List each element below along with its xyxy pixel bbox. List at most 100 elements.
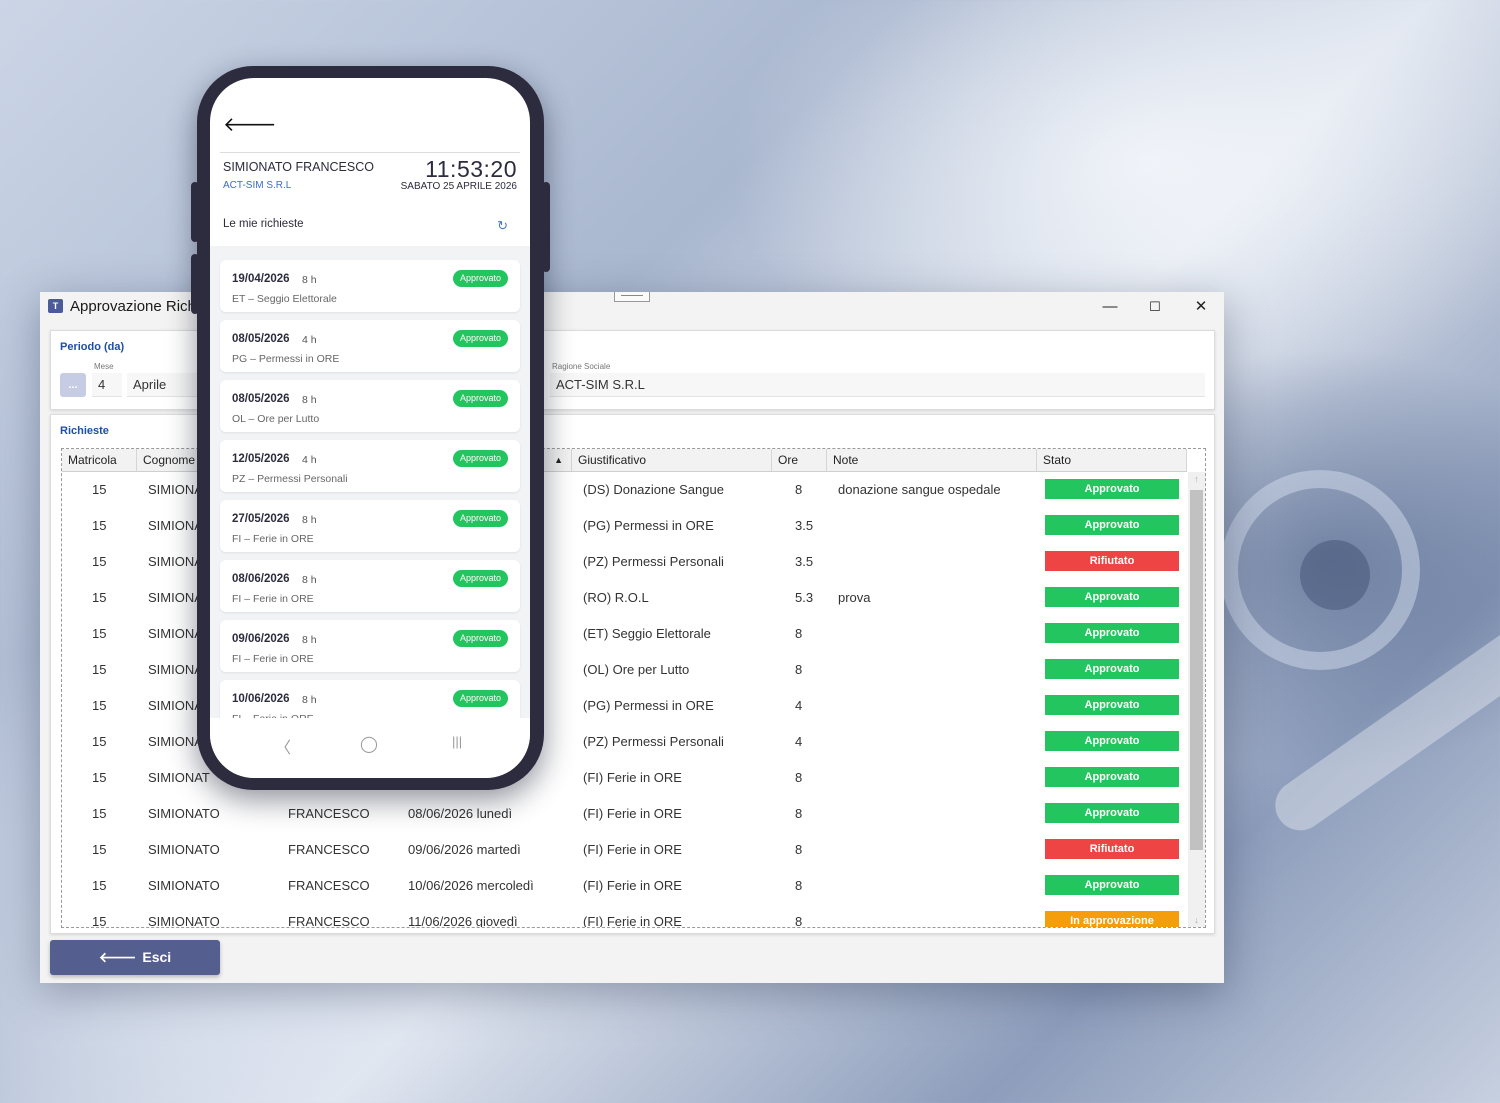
cell-matricola: 15 bbox=[92, 518, 107, 533]
cell-giustificativo: (OL) Ore per Lutto bbox=[583, 662, 690, 677]
card-date: 08/06/2026 bbox=[232, 573, 290, 585]
cell-matricola: 15 bbox=[92, 842, 107, 857]
status-badge: Approvato bbox=[1045, 731, 1179, 751]
cell-cognome: SIMIONA bbox=[148, 590, 203, 605]
scroll-down-icon[interactable]: ↓ bbox=[1188, 915, 1205, 925]
scroll-up-icon[interactable]: ↑ bbox=[1188, 474, 1205, 484]
cell-ore: 3.5 bbox=[795, 554, 814, 569]
status-badge: Approvato bbox=[1045, 659, 1179, 679]
sort-asc-icon: ▲ bbox=[554, 455, 563, 465]
exit-button[interactable]: 🡐 Esci bbox=[50, 940, 220, 975]
minimize-button[interactable]: — bbox=[1090, 296, 1130, 318]
cell-matricola: 15 bbox=[92, 734, 107, 749]
cell-giustificativo: (FI) Ferie in ORE bbox=[583, 770, 682, 785]
status-badge: Rifiutato bbox=[1045, 839, 1179, 859]
my-requests-title: Le mie richieste bbox=[223, 218, 304, 230]
col-giustificativo[interactable]: Giustificativo bbox=[572, 449, 772, 471]
cell-cognome: SIMIONAT bbox=[148, 770, 210, 785]
divider bbox=[220, 152, 520, 153]
card-hours: 8 h bbox=[302, 274, 317, 286]
teams-app-icon: T bbox=[48, 299, 63, 313]
col-note[interactable]: Note bbox=[827, 449, 1037, 471]
card-date: 09/06/2026 bbox=[232, 633, 290, 645]
status-badge: Approvato bbox=[452, 510, 508, 527]
status-badge: Approvato bbox=[452, 570, 508, 587]
cell-ore: 5.3 bbox=[795, 590, 814, 605]
back-arrow-icon[interactable]: 🡐 bbox=[223, 112, 277, 137]
cell-cognome: SIMIONATO bbox=[148, 806, 220, 821]
col-stato[interactable]: Stato bbox=[1037, 449, 1187, 471]
request-card[interactable]: 09/06/2026 8 h FI – Ferie in ORE Approvato bbox=[220, 620, 520, 672]
cell-nome: FRANCESCO bbox=[288, 914, 370, 928]
cell-nome: FRANCESCO bbox=[288, 806, 370, 821]
cell-ore: 8 bbox=[795, 482, 803, 497]
status-badge: Approvato bbox=[1045, 515, 1179, 535]
cell-data: 09/06/2026 martedì bbox=[408, 842, 521, 857]
cell-ore: 8 bbox=[795, 914, 803, 928]
cell-giustificativo: (ET) Seggio Elettorale bbox=[583, 626, 711, 641]
cell-giustificativo: (RO) R.O.L bbox=[583, 590, 649, 605]
month-label: Mese bbox=[94, 362, 114, 371]
cell-nome: FRANCESCO bbox=[288, 878, 370, 893]
card-hours: 4 h bbox=[302, 454, 317, 466]
cell-data: 10/06/2026 mercoledì bbox=[408, 878, 534, 893]
card-date: 19/04/2026 bbox=[232, 273, 290, 285]
cell-ore: 8 bbox=[795, 662, 803, 677]
request-card[interactable]: 19/04/2026 8 h ET – Seggio Elettorale Appro… bbox=[220, 260, 520, 312]
request-card[interactable]: 08/05/2026 8 h OL – Ore per Lutto Approvato bbox=[220, 380, 520, 432]
nav-home-icon[interactable]: ◯ bbox=[360, 734, 378, 754]
browse-button[interactable]: ... bbox=[60, 373, 86, 397]
cell-matricola: 15 bbox=[92, 662, 107, 677]
cell-ore: 8 bbox=[795, 806, 803, 821]
cell-cognome: SIMIONA bbox=[148, 626, 203, 641]
request-card[interactable]: 08/05/2026 4 h PG – Permessi in ORE Approva… bbox=[220, 320, 520, 372]
request-card[interactable]: 27/05/2026 8 h FI – Ferie in ORE Approvato bbox=[220, 500, 520, 552]
close-button[interactable]: ✕ bbox=[1181, 296, 1221, 318]
status-badge: Approvato bbox=[452, 330, 508, 347]
card-hours: 8 h bbox=[302, 694, 317, 706]
cell-cognome: SIMIONATO bbox=[148, 878, 220, 893]
employee-name: SIMIONATO FRANCESCO bbox=[223, 160, 374, 174]
table-row[interactable]: 15 SIMIONATO FRANCESCO 10/06/2026 mercoledì… bbox=[62, 868, 1187, 905]
cell-matricola: 15 bbox=[92, 914, 107, 928]
cell-giustificativo: (FI) Ferie in ORE bbox=[583, 806, 682, 821]
nav-recents-icon[interactable]: ||| bbox=[452, 734, 462, 749]
col-matricola[interactable]: Matricola bbox=[62, 449, 137, 471]
grid-scrollbar[interactable]: ↑ ↓ bbox=[1188, 472, 1205, 927]
cell-matricola: 15 bbox=[92, 698, 107, 713]
table-row[interactable]: 15 SIMIONATO FRANCESCO 09/06/2026 martedì (F… bbox=[62, 832, 1187, 869]
nav-back-icon[interactable]: 〈 bbox=[275, 734, 291, 758]
request-list[interactable]: 19/04/2026 8 h ET – Seggio Elettorale Appro… bbox=[210, 246, 530, 718]
request-card[interactable]: 12/05/2026 4 h PZ – Permessi Personali Appr… bbox=[220, 440, 520, 492]
month-number-field[interactable]: 4 bbox=[92, 373, 122, 397]
cell-data: 08/06/2026 lunedì bbox=[408, 806, 513, 821]
drag-handle[interactable] bbox=[614, 292, 650, 302]
request-card[interactable]: 08/06/2026 8 h FI – Ferie in ORE Approvato bbox=[220, 560, 520, 612]
card-date: 27/05/2026 bbox=[232, 513, 290, 525]
cell-matricola: 15 bbox=[92, 878, 107, 893]
card-hours: 8 h bbox=[302, 514, 317, 526]
company-field[interactable]: ACT-SIM S.R.L bbox=[550, 373, 1205, 397]
status-badge: Approvato bbox=[1045, 587, 1179, 607]
phone-power-button bbox=[542, 182, 550, 272]
cell-ore: 8 bbox=[795, 878, 803, 893]
card-description: FI – Ferie in ORE bbox=[232, 713, 314, 718]
card-description: ET – Seggio Elettorale bbox=[232, 293, 337, 305]
cell-matricola: 15 bbox=[92, 626, 107, 641]
cell-cognome: SIMIONA bbox=[148, 734, 203, 749]
scroll-thumb[interactable] bbox=[1190, 490, 1203, 850]
table-row[interactable]: 15 SIMIONATO FRANCESCO 11/06/2026 giovedì (F… bbox=[62, 904, 1187, 928]
refresh-icon[interactable]: ↻ bbox=[497, 218, 508, 234]
cell-cognome: SIMIONA bbox=[148, 482, 203, 497]
card-description: FI – Ferie in ORE bbox=[232, 653, 314, 665]
status-badge: Approvato bbox=[1045, 695, 1179, 715]
status-badge: Approvato bbox=[1045, 767, 1179, 787]
table-row[interactable]: 15 SIMIONATO FRANCESCO 08/06/2026 lunedì (FI… bbox=[62, 796, 1187, 833]
month-name-field[interactable]: Aprile bbox=[127, 373, 197, 397]
employee-company: ACT-SIM S.R.L bbox=[223, 180, 292, 191]
cell-giustificativo: (PG) Permessi in ORE bbox=[583, 698, 714, 713]
request-card[interactable]: 10/06/2026 8 h FI – Ferie in ORE Approvato bbox=[220, 680, 520, 718]
col-ore[interactable]: Ore bbox=[772, 449, 827, 471]
maximize-button[interactable]: ☐ bbox=[1135, 296, 1175, 318]
phone-screen: 🡐 SIMIONATO FRANCESCO ACT-SIM S.R.L 11:5… bbox=[210, 78, 530, 778]
